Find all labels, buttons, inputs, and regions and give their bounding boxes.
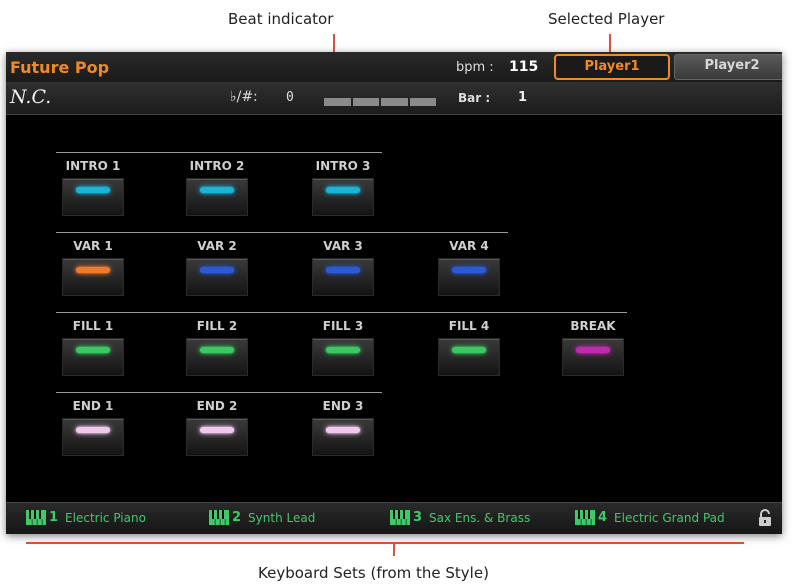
- led-indicator: [326, 187, 360, 193]
- end-3-button[interactable]: [312, 418, 374, 456]
- var-label: VAR 4: [449, 239, 489, 253]
- var-2-button[interactable]: [186, 258, 248, 296]
- player1-tab[interactable]: Player1: [554, 54, 670, 80]
- header-bar: Future Pop bpm : 115 Player1 Player2: [6, 52, 782, 82]
- bpm-label: bpm :: [456, 60, 494, 75]
- beat-indicator-callout: Beat indicator: [228, 10, 334, 28]
- keyboard-set-4[interactable]: 4 Electric Grand Pad: [575, 510, 725, 525]
- lock-icon[interactable]: [758, 509, 772, 531]
- led-indicator: [326, 267, 360, 273]
- fill-label: BREAK: [570, 319, 616, 333]
- break-button[interactable]: [562, 338, 624, 376]
- keyboard-set-number: 1: [49, 510, 59, 525]
- keyboard-set-name: Electric Piano: [65, 510, 146, 525]
- status-bar: N.C. ♭/#: 0 Bar : 1: [6, 82, 782, 115]
- fill-label: FILL 4: [448, 319, 490, 333]
- led-indicator: [200, 187, 234, 193]
- led-indicator: [76, 187, 110, 193]
- keyboard-set-number: 4: [598, 510, 608, 525]
- fill-label: FILL 3: [322, 319, 364, 333]
- keyboard-set-1[interactable]: 1 Electric Piano: [26, 510, 146, 525]
- fill-4-button[interactable]: [438, 338, 500, 376]
- var-4-button[interactable]: [438, 258, 500, 296]
- led-indicator: [576, 347, 610, 353]
- fill-label: FILL 2: [196, 319, 238, 333]
- transpose-value[interactable]: 0: [286, 90, 294, 105]
- intro-2-button[interactable]: [186, 178, 248, 216]
- keyboard-set-2[interactable]: 2 Synth Lead: [209, 510, 315, 525]
- led-indicator: [76, 267, 110, 273]
- led-indicator: [200, 427, 234, 433]
- intro-1-button[interactable]: [62, 178, 124, 216]
- led-indicator: [326, 347, 360, 353]
- keyboard-icon: [209, 510, 229, 525]
- selected-player-callout: Selected Player: [548, 10, 665, 28]
- chord-display: N.C.: [10, 86, 52, 108]
- fill-label: FILL 1: [72, 319, 114, 333]
- keyboard-sets-callout-line: [26, 542, 744, 544]
- led-indicator: [326, 427, 360, 433]
- beat-segment: [352, 98, 379, 106]
- beat-segment: [324, 98, 351, 106]
- led-indicator: [76, 427, 110, 433]
- var-1-button[interactable]: [62, 258, 124, 296]
- transpose-label: ♭/#:: [230, 89, 258, 105]
- keyboard-sets-callout-stem: [393, 543, 395, 556]
- led-indicator: [76, 347, 110, 353]
- end-label: END 3: [322, 399, 364, 413]
- keyboard-sets-bar: 1 Electric Piano 2 Synth Lead 3 Sax Ens. & Br…: [6, 502, 782, 534]
- end-1-button[interactable]: [62, 418, 124, 456]
- intro-3-button[interactable]: [312, 178, 374, 216]
- led-indicator: [200, 347, 234, 353]
- keyboard-set-name: Sax Ens. & Brass: [429, 510, 531, 525]
- end-label: END 2: [196, 399, 238, 413]
- bar-label: Bar :: [458, 91, 491, 105]
- bpm-value[interactable]: 115: [509, 59, 538, 75]
- intro-label: INTRO 1: [65, 159, 121, 173]
- keyboard-icon: [575, 510, 595, 525]
- var-label: VAR 3: [323, 239, 363, 253]
- style-play-screen: Future Pop bpm : 115 Player1 Player2 N.C…: [6, 52, 782, 534]
- intro-label: INTRO 2: [189, 159, 245, 173]
- beat-indicator: [324, 98, 436, 106]
- style-name[interactable]: Future Pop: [10, 58, 109, 77]
- end-2-button[interactable]: [186, 418, 248, 456]
- led-indicator: [452, 347, 486, 353]
- intro-label: INTRO 3: [315, 159, 371, 173]
- led-indicator: [200, 267, 234, 273]
- led-indicator: [452, 267, 486, 273]
- var-3-button[interactable]: [312, 258, 374, 296]
- var-label: VAR 1: [73, 239, 113, 253]
- beat-segment: [381, 98, 408, 106]
- keyboard-set-3[interactable]: 3 Sax Ens. & Brass: [390, 510, 530, 525]
- keyboard-set-name: Synth Lead: [248, 510, 316, 525]
- keyboard-sets-callout: Keyboard Sets (from the Style): [258, 564, 489, 582]
- fill-group-line: [56, 312, 627, 313]
- bar-value: 1: [518, 90, 528, 105]
- keyboard-set-name: Electric Grand Pad: [614, 510, 725, 525]
- beat-segment: [409, 98, 436, 106]
- end-group-line: [56, 392, 382, 393]
- keyboard-set-number: 3: [413, 510, 423, 525]
- var-group-line: [56, 232, 508, 233]
- selected-player-callout-line: [609, 34, 611, 54]
- fill-2-button[interactable]: [186, 338, 248, 376]
- fill-1-button[interactable]: [62, 338, 124, 376]
- keyboard-icon: [26, 510, 46, 525]
- fill-3-button[interactable]: [312, 338, 374, 376]
- intro-group-line: [56, 152, 382, 153]
- keyboard-icon: [390, 510, 410, 525]
- player2-tab[interactable]: Player2: [674, 54, 782, 80]
- keyboard-set-number: 2: [232, 510, 242, 525]
- end-label: END 1: [72, 399, 114, 413]
- var-label: VAR 2: [197, 239, 237, 253]
